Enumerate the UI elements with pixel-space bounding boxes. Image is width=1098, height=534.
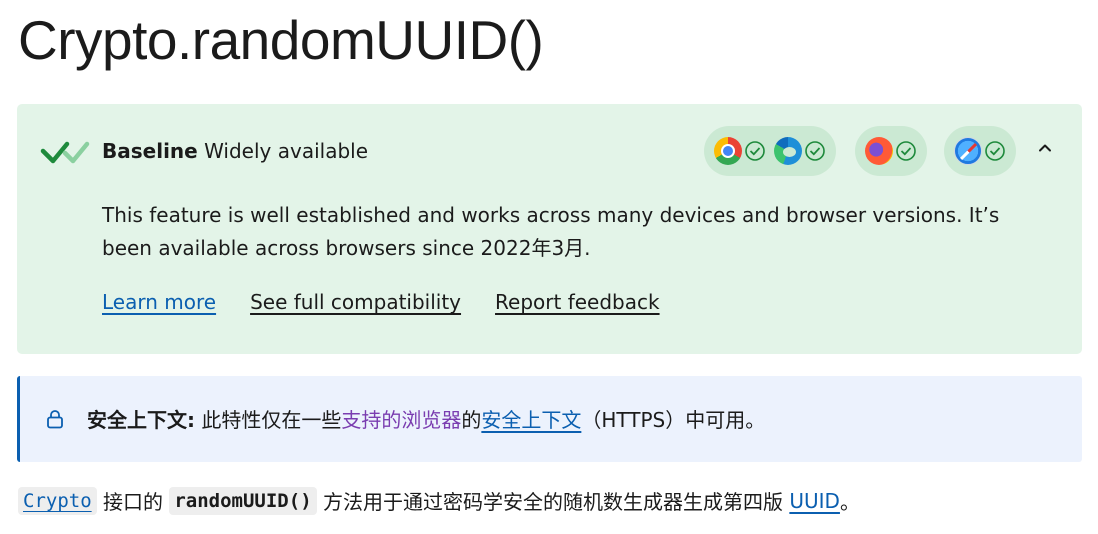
note-text-2: 的: [461, 408, 482, 432]
intro-paragraph: Crypto 接口的 randomUUID() 方法用于通过密码学安全的随机数生…: [18, 486, 860, 515]
edge-icon: [774, 137, 802, 165]
note-text: 安全上下文: 此特性仅在一些支持的浏览器的安全上下文（HTTPS）中可用。: [87, 404, 765, 433]
firefox-check-icon: [896, 141, 916, 161]
edge-check-icon: [805, 141, 825, 161]
browser-group-firefox[interactable]: [855, 126, 927, 176]
report-feedback-link[interactable]: Report feedback: [495, 290, 660, 314]
intro-text-2: 方法用于通过密码学安全的随机数生成器生成第四版: [316, 490, 790, 514]
firefox-icon: [865, 137, 893, 165]
baseline-check-icon: [40, 141, 90, 164]
chevron-up-icon[interactable]: [1037, 140, 1053, 156]
browser-group-safari[interactable]: [944, 126, 1016, 176]
browser-group-chromium[interactable]: [704, 126, 836, 176]
baseline-label: Baseline Widely available: [102, 139, 368, 163]
secure-context-link[interactable]: 安全上下文: [481, 408, 581, 432]
secure-context-note: 安全上下文: 此特性仅在一些支持的浏览器的安全上下文（HTTPS）中可用。: [17, 376, 1082, 462]
crypto-code-link[interactable]: Crypto: [18, 486, 97, 515]
learn-more-link[interactable]: Learn more: [102, 290, 216, 314]
baseline-strong: Baseline: [102, 139, 198, 163]
supported-browsers-link[interactable]: 支持的浏览器: [341, 408, 461, 432]
random-uuid-code: randomUUID(): [169, 486, 317, 515]
full-compatibility-link[interactable]: See full compatibility: [250, 290, 461, 314]
baseline-banner: Baseline Widely available This feature i…: [17, 104, 1082, 354]
chrome-icon: [714, 137, 742, 165]
lock-icon: [47, 410, 63, 429]
uuid-link[interactable]: UUID: [789, 489, 840, 513]
baseline-links: Learn more See full compatibility Report…: [102, 290, 660, 314]
note-label: 安全上下文:: [87, 408, 195, 432]
page-title: Crypto.randomUUID(): [18, 9, 544, 71]
chrome-check-icon: [745, 141, 765, 161]
baseline-status: Widely available: [204, 139, 369, 163]
safari-icon: [954, 137, 982, 165]
intro-text-1: 接口的: [96, 490, 170, 514]
note-text-3: （HTTPS）中可用。: [581, 408, 766, 432]
note-text-1: 此特性仅在一些: [195, 408, 342, 432]
safari-check-icon: [985, 141, 1005, 161]
baseline-description: This feature is well established and wor…: [102, 199, 1052, 265]
intro-text-3: 。: [839, 490, 860, 514]
baseline-description-line2: been available across browsers since 202…: [102, 236, 591, 260]
baseline-description-line1: This feature is well established and wor…: [102, 203, 1000, 227]
